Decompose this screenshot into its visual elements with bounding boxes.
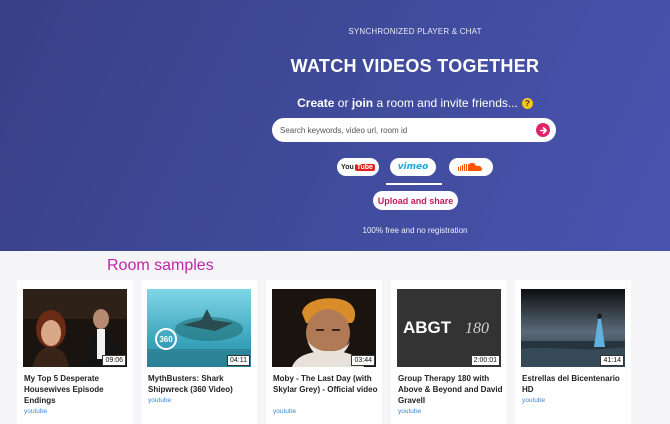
- create-link[interactable]: Create: [297, 96, 334, 110]
- tab-soundcloud[interactable]: [449, 158, 493, 176]
- 360-badge-text: 360: [159, 335, 173, 344]
- video-thumbnail[interactable]: 03:44: [272, 289, 376, 367]
- video-thumbnail[interactable]: ABGT 180 2:00:01: [397, 289, 501, 367]
- hero-subtitle: SYNCHRONIZED PLAYER & CHAT: [348, 27, 482, 36]
- duration-badge: 09:06: [102, 355, 126, 366]
- room-sample-card[interactable]: 03:44 Moby - The Last Day (with Skylar G…: [266, 280, 382, 424]
- search-submit-button[interactable]: [536, 123, 550, 137]
- duration-badge: 2:00:01: [470, 355, 500, 366]
- upload-and-share-button[interactable]: Upload and share: [373, 191, 458, 210]
- video-title[interactable]: My Top 5 Desperate Housewives Episode En…: [24, 373, 130, 406]
- video-source: youtube: [273, 408, 297, 415]
- video-source: youtube: [398, 408, 422, 415]
- tab-vimeo[interactable]: vimeo: [390, 158, 436, 176]
- selected-tab-indicator: [386, 183, 442, 185]
- room-sample-card[interactable]: 360 04:11 MythBusters: Shark Shipwreck (…: [141, 280, 257, 424]
- tagline-rest: a room and invite friends...: [373, 96, 518, 110]
- search-bar: [272, 118, 556, 142]
- video-title[interactable]: MythBusters: Shark Shipwreck (360 Video): [148, 373, 254, 395]
- vimeo-logo-icon: vimeo: [397, 162, 429, 172]
- soundcloud-logo-icon: [458, 162, 482, 171]
- video-source: youtube: [24, 408, 48, 415]
- duration-badge: 03:44: [351, 355, 375, 366]
- page-title: WATCH VIDEOS TOGETHER: [290, 56, 540, 76]
- duration-badge: 04:11: [227, 355, 250, 366]
- room-sample-card[interactable]: 41:14 Estrellas del Bicentenario HD yout…: [515, 280, 631, 424]
- tab-youtube[interactable]: You Tube: [337, 158, 379, 176]
- abgt-logo-text: ABGT: [403, 318, 452, 337]
- help-icon[interactable]: ?: [521, 98, 533, 109]
- search-input[interactable]: [272, 118, 536, 142]
- room-samples-title: Room samples: [107, 257, 214, 274]
- tagline-or: or: [334, 96, 352, 110]
- provider-tabs: You Tube vimeo: [0, 158, 670, 176]
- video-thumbnail[interactable]: 360 04:11: [147, 289, 251, 367]
- youtube-logo-icon: You Tube: [341, 163, 375, 171]
- video-source: youtube: [148, 397, 172, 404]
- hero-banner: SYNCHRONIZED PLAYER & CHAT WATCH VIDEOS …: [0, 0, 670, 251]
- video-title[interactable]: Group Therapy 180 with Above & Beyond an…: [398, 373, 504, 406]
- free-note: 100% free and no registration: [362, 226, 468, 235]
- arrow-right-icon: [539, 126, 547, 134]
- hero-tagline: Create or join a room and invite friends…: [160, 96, 670, 110]
- video-source: youtube: [522, 397, 546, 404]
- video-thumbnail[interactable]: 09:06: [23, 289, 127, 367]
- video-title[interactable]: Estrellas del Bicentenario HD: [522, 373, 628, 395]
- room-sample-card[interactable]: 09:06 My Top 5 Desperate Housewives Epis…: [17, 280, 133, 424]
- room-sample-card[interactable]: ABGT 180 2:00:01 Group Therapy 180 with …: [391, 280, 507, 424]
- join-link[interactable]: join: [352, 96, 373, 110]
- video-thumbnail[interactable]: 41:14: [521, 289, 625, 367]
- abgt-number-text: 180: [465, 320, 489, 337]
- video-title[interactable]: Moby - The Last Day (with Skylar Grey) -…: [273, 373, 379, 395]
- duration-badge: 41:14: [600, 355, 624, 366]
